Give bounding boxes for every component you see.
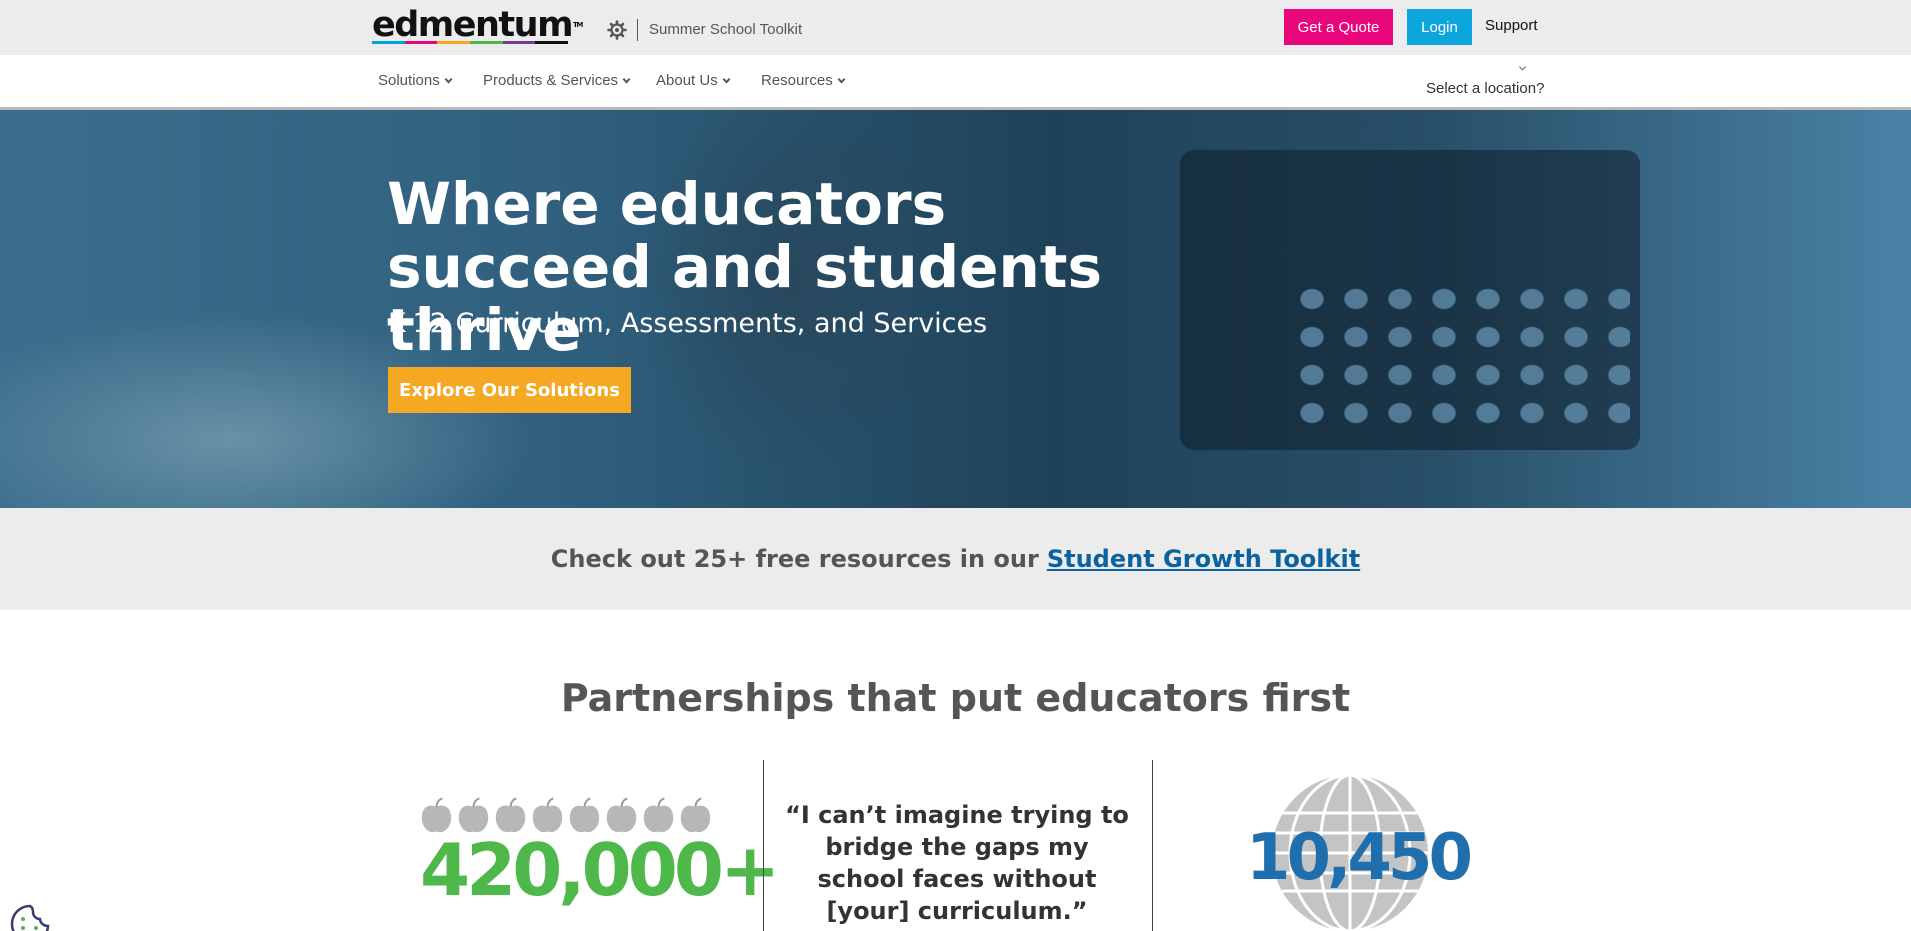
gear-icon[interactable] bbox=[607, 20, 627, 40]
logo-color-stripe bbox=[372, 41, 569, 44]
hero-banner: Where educators succeed and students thr… bbox=[0, 110, 1911, 508]
cookie-settings-icon[interactable] bbox=[8, 902, 52, 931]
banner-text: Check out 25+ free resources in our bbox=[550, 545, 1039, 573]
nav-item-label: Solutions bbox=[378, 72, 440, 89]
summer-school-toolkit-link[interactable]: Summer School Toolkit bbox=[649, 21, 802, 38]
hero-background-pattern bbox=[1290, 280, 1630, 430]
get-a-quote-button[interactable]: Get a Quote bbox=[1284, 9, 1393, 45]
nav-item-label: Products & Services bbox=[483, 72, 619, 89]
support-link[interactable]: Support bbox=[1485, 17, 1538, 34]
nav-item-about-us[interactable]: About Us bbox=[656, 72, 731, 89]
nav-item-label: Resources bbox=[761, 72, 833, 89]
nav-item-solutions[interactable]: Solutions bbox=[378, 72, 453, 89]
resource-banner: Check out 25+ free resources in our Stud… bbox=[0, 508, 1911, 610]
chevron-down-icon bbox=[837, 78, 846, 84]
nav-item-products-services[interactable]: Products & Services bbox=[483, 72, 631, 89]
explore-solutions-button[interactable]: Explore Our Solutions bbox=[388, 367, 631, 413]
chevron-down-icon bbox=[722, 78, 731, 84]
login-button[interactable]: Login bbox=[1407, 9, 1472, 45]
main-nav: Solutions Products & Services About Us R… bbox=[0, 55, 1911, 110]
edmentum-logo[interactable]: edmentumTM bbox=[372, 8, 583, 44]
nav-item-resources[interactable]: Resources bbox=[761, 72, 846, 89]
student-growth-toolkit-link[interactable]: Student Growth Toolkit bbox=[1047, 545, 1360, 573]
chevron-down-icon bbox=[444, 78, 453, 84]
nav-item-label: About Us bbox=[656, 72, 718, 89]
hero-subtitle: K-12 Curriculum, Assessments, and Servic… bbox=[388, 308, 988, 339]
column-divider bbox=[1152, 760, 1153, 931]
testimonial-quote: “I can’t imagine trying to bridge the ga… bbox=[785, 801, 1129, 925]
section-title: Partnerships that put educators first bbox=[560, 676, 1351, 720]
location-chevron-icon[interactable] bbox=[1518, 65, 1527, 72]
top-bar: edmentumTM Summer School Toolkit Get a Q… bbox=[0, 0, 1911, 55]
column-divider bbox=[763, 760, 764, 931]
schools-stat: 10,450 bbox=[1246, 821, 1473, 895]
topbar-divider bbox=[637, 19, 638, 41]
educators-stat: 420,000+ bbox=[420, 828, 780, 912]
chevron-down-icon bbox=[622, 78, 631, 84]
logo-text: edmentum bbox=[372, 5, 574, 45]
location-selector[interactable]: Select a location? bbox=[1426, 80, 1544, 97]
